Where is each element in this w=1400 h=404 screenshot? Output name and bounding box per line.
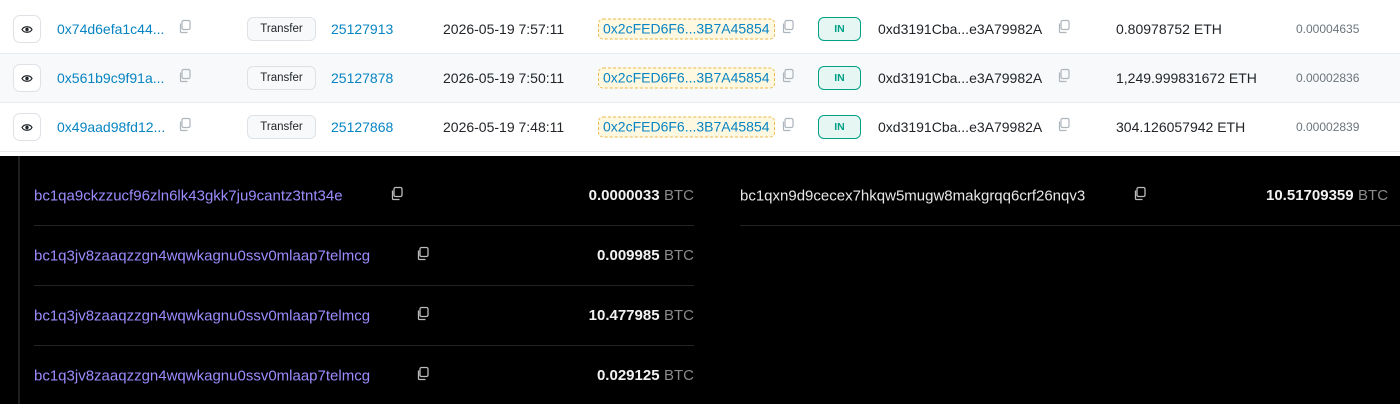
unit-label: BTC (664, 367, 694, 384)
direction-badge: IN (818, 66, 861, 90)
copy-icon (179, 19, 191, 34)
age-timestamp: 2026-05-19 7:57:11 (443, 21, 565, 37)
table-row: 0x49aad98fd12... Transfer 25127868 2026-… (0, 103, 1400, 152)
view-details-button[interactable] (13, 113, 41, 141)
eye-icon (21, 74, 33, 82)
txn-fee-value: 0.00002839 (1296, 120, 1360, 134)
unit-label: BTC (664, 246, 694, 264)
method-badge: Transfer (247, 66, 316, 90)
to-address: 0xd3191Cba...e3A79982A (878, 119, 1043, 135)
copy-icon (782, 117, 794, 132)
tx-hash-link[interactable]: 0x49aad98fd12... (57, 119, 165, 135)
input-value: 10.477985 (588, 306, 660, 324)
block-link[interactable]: 25127868 (331, 119, 393, 135)
input-amount: 0.0000033 BTC (589, 187, 694, 205)
block-link[interactable]: 25127913 (331, 21, 393, 37)
copy-icon (1058, 117, 1070, 132)
copy-address-button[interactable] (416, 366, 430, 386)
tx-hash-link[interactable]: 0x561b9c9f91a... (57, 70, 164, 86)
copy-icon (417, 306, 429, 320)
tx-hash-link[interactable]: 0x74d6efa1c44... (57, 21, 164, 37)
copy-address-button[interactable] (416, 306, 430, 325)
copy-tx-hash-button[interactable] (178, 19, 192, 39)
eye-icon (21, 25, 33, 33)
copy-address-button[interactable] (416, 246, 430, 265)
txn-fee-value: 0.00002836 (1296, 71, 1360, 85)
copy-to-button[interactable] (1057, 19, 1071, 39)
copy-icon (1134, 186, 1146, 200)
output-value: 10.51709359 (1266, 186, 1354, 204)
divider (18, 156, 20, 404)
amount-value: 304.126057942 ETH (1116, 119, 1246, 135)
unit-label: BTC (1358, 186, 1389, 204)
copy-icon (782, 68, 794, 83)
eth-transactions-table: 0x74d6efa1c44... Transfer 25127913 2026-… (0, 0, 1400, 156)
copy-icon (1058, 19, 1070, 34)
from-address-link[interactable]: 0x2cFED6F6...3B7A45854 (598, 116, 775, 138)
output-address-link[interactable]: bc1qxn9d9cecex7hkqw5mugw8makgrqq6crf26nq… (740, 187, 1085, 204)
view-details-button[interactable] (13, 64, 41, 92)
copy-icon (782, 19, 794, 34)
copy-to-button[interactable] (1057, 68, 1071, 88)
input-row: bc1qa9ckzzucf96zln6lk43gkk7ju9cantz3tnt3… (34, 166, 694, 226)
amount-value: 0.80978752 ETH (1116, 21, 1222, 37)
amount-value: 1,249.999831672 ETH (1116, 70, 1257, 86)
copy-from-button[interactable] (781, 68, 795, 88)
table-row: 0x561b9c9f91a... Transfer 25127878 2026-… (0, 54, 1400, 103)
txn-fee-value: 0.00004635 (1296, 22, 1360, 36)
from-address-link[interactable]: 0x2cFED6F6...3B7A45854 (598, 18, 775, 40)
input-amount: 0.029125 BTC (597, 367, 694, 385)
age-timestamp: 2026-05-19 7:50:11 (443, 70, 565, 86)
copy-icon (1058, 68, 1070, 83)
unit-label: BTC (664, 186, 694, 204)
input-row: bc1q3jv8zaaqzzgn4wqwkagnu0ssv0mlaap7telm… (34, 226, 694, 286)
input-row: bc1q3jv8zaaqzzgn4wqwkagnu0ssv0mlaap7telm… (34, 286, 694, 346)
output-amount: 10.51709359 BTC (1266, 187, 1388, 205)
to-address: 0xd3191Cba...e3A79982A (878, 70, 1043, 86)
input-value: 0.009985 (596, 246, 660, 264)
copy-tx-hash-button[interactable] (178, 68, 192, 88)
copy-tx-hash-button[interactable] (178, 117, 192, 137)
input-address-link[interactable]: bc1q3jv8zaaqzzgn4wqwkagnu0ssv0mlaap7telm… (34, 247, 370, 264)
copy-address-button[interactable] (1133, 186, 1147, 205)
view-details-button[interactable] (13, 15, 41, 43)
copy-icon (179, 68, 191, 83)
input-row: bc1q3jv8zaaqzzgn4wqwkagnu0ssv0mlaap7telm… (34, 346, 694, 404)
input-amount: 10.477985 BTC (589, 307, 694, 325)
output-row: bc1qxn9d9cecex7hkqw5mugw8makgrqq6crf26nq… (740, 166, 1400, 226)
unit-label: BTC (664, 306, 694, 324)
copy-to-button[interactable] (1057, 117, 1071, 137)
copy-address-button[interactable] (390, 186, 404, 205)
block-link[interactable]: 25127878 (331, 70, 393, 86)
copy-icon (179, 117, 191, 132)
input-address-link[interactable]: bc1qa9ckzzucf96zln6lk43gkk7ju9cantz3tnt3… (34, 187, 343, 204)
btc-transaction-panel: bc1qa9ckzzucf96zln6lk43gkk7ju9cantz3tnt3… (0, 156, 1400, 404)
method-badge: Transfer (247, 17, 316, 41)
input-value: 0.029125 (596, 367, 660, 384)
copy-icon (417, 366, 429, 381)
copy-icon (417, 246, 429, 260)
from-address-link[interactable]: 0x2cFED6F6...3B7A45854 (598, 67, 775, 89)
to-address: 0xd3191Cba...e3A79982A (878, 21, 1043, 37)
input-address-link[interactable]: bc1q3jv8zaaqzzgn4wqwkagnu0ssv0mlaap7telm… (34, 307, 370, 324)
copy-from-button[interactable] (781, 117, 795, 137)
method-badge: Transfer (247, 115, 316, 139)
direction-badge: IN (818, 115, 861, 139)
input-value: 0.0000033 (588, 186, 660, 204)
direction-badge: IN (818, 17, 861, 41)
copy-from-button[interactable] (781, 19, 795, 39)
copy-icon (391, 186, 403, 200)
age-timestamp: 2026-05-19 7:48:11 (443, 119, 565, 135)
eye-icon (21, 123, 33, 131)
table-row: 0x74d6efa1c44... Transfer 25127913 2026-… (0, 5, 1400, 54)
input-amount: 0.009985 BTC (597, 247, 694, 265)
input-address-link[interactable]: bc1q3jv8zaaqzzgn4wqwkagnu0ssv0mlaap7telm… (34, 368, 370, 385)
